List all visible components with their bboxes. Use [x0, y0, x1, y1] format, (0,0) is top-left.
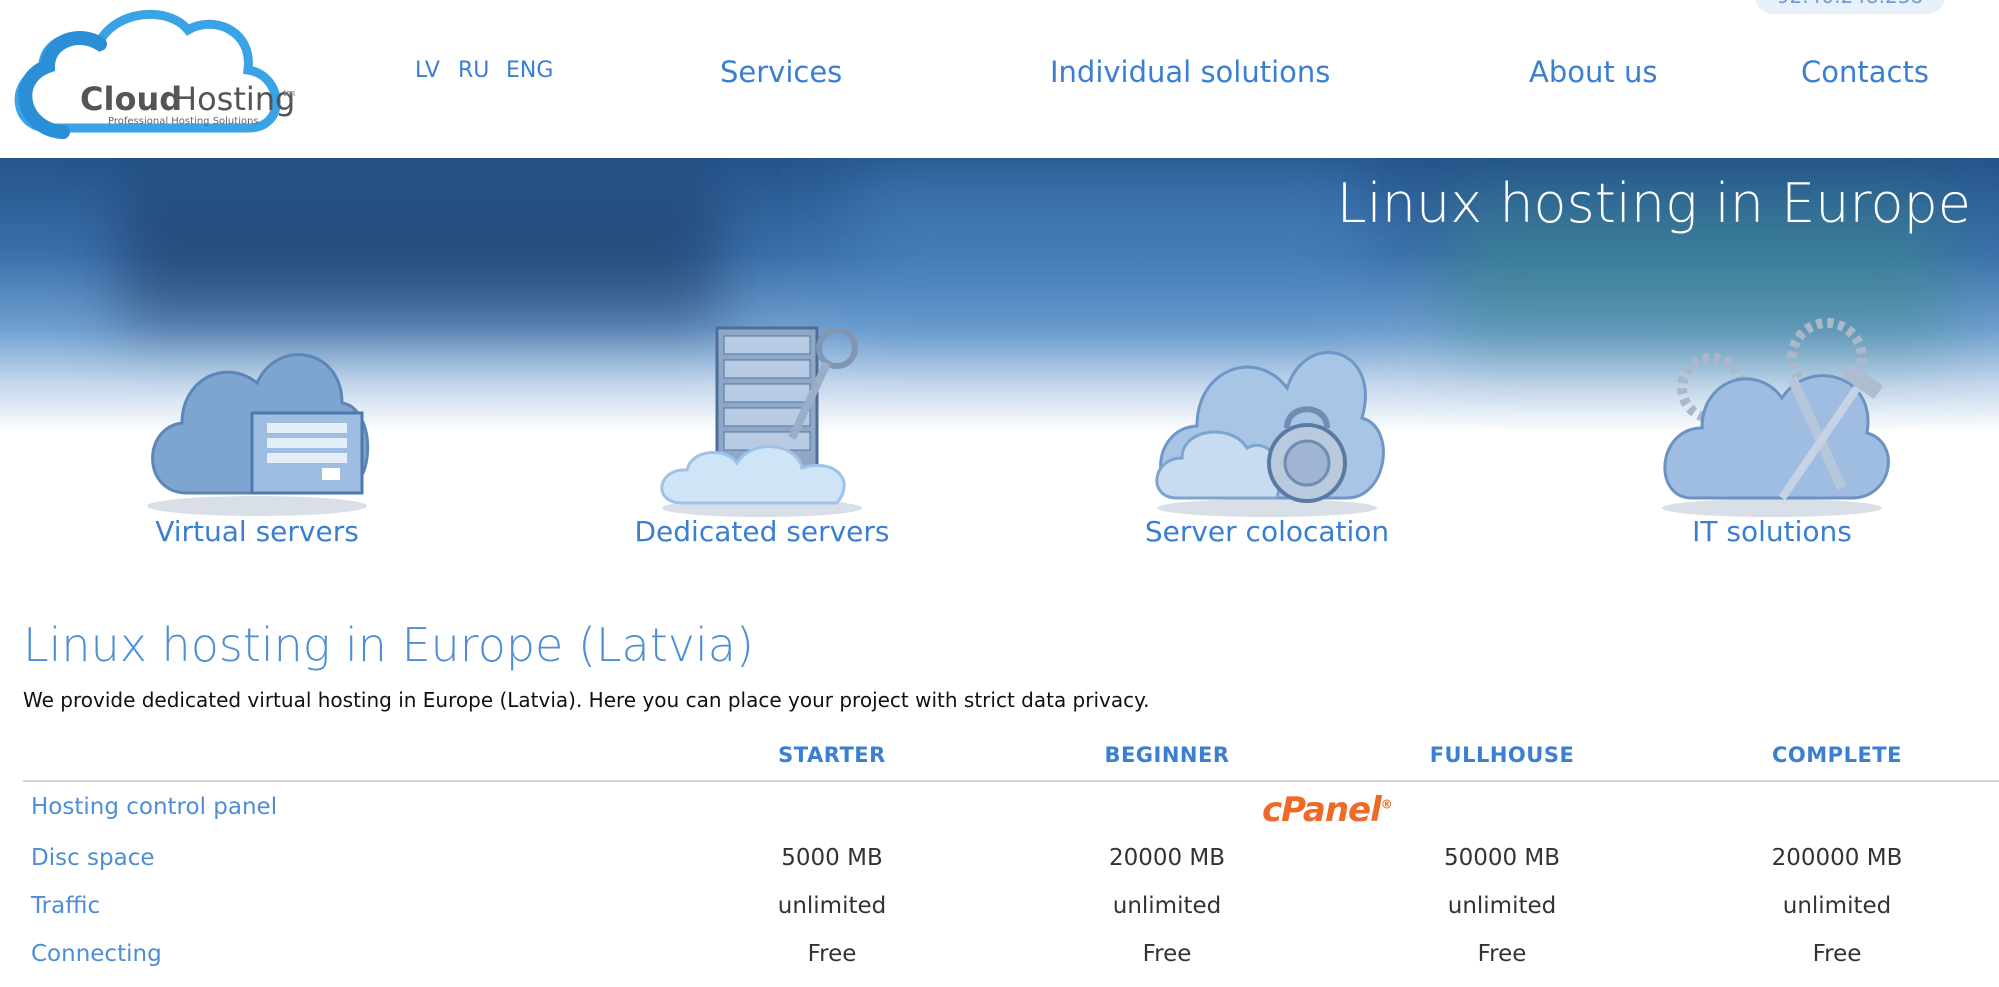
cloud-tools-icon	[1662, 318, 1890, 517]
service-label-server-colocation[interactable]: Server colocation	[1087, 515, 1447, 548]
server-rack-icon	[660, 326, 862, 517]
plan-header-complete: COMPLETE	[1772, 743, 1902, 767]
lang-eng-link[interactable]: ENG	[506, 58, 553, 83]
row-label-disc-space: Disc space	[31, 845, 155, 871]
table-cell: unlimited	[1112, 893, 1222, 919]
service-it-solutions[interactable]	[1622, 318, 1922, 518]
plan-header-starter: STARTER	[778, 743, 886, 767]
lang-lv-link[interactable]: LV	[415, 58, 440, 83]
table-cell: unlimited	[777, 893, 887, 919]
table-cell: 5000 MB	[781, 845, 883, 871]
service-label-dedicated-servers[interactable]: Dedicated servers	[582, 515, 942, 548]
logo-brand-rest: Hosting	[173, 80, 295, 118]
row-label-traffic: Traffic	[31, 893, 101, 919]
plan-header-beginner: BEGINNER	[1104, 743, 1230, 767]
cloud-lock-icon	[1155, 350, 1385, 517]
table-cell: Free	[1477, 941, 1527, 967]
logo-tagline: Professional Hosting Solutions	[108, 116, 259, 127]
service-label-virtual-servers[interactable]: Virtual servers	[77, 515, 437, 548]
table-cell: unlimited	[1782, 893, 1892, 919]
page-title: Linux hosting in Europe (Latvia)	[23, 618, 754, 672]
logo-tm: tm	[283, 89, 295, 99]
hero-background-blur	[120, 188, 720, 328]
logo-brand-bold: Cloud	[80, 80, 182, 118]
hero-background-blur	[850, 168, 1370, 328]
table-cell: Free	[1142, 941, 1192, 967]
hero-title: Linux hosting in Europe	[1336, 172, 1971, 235]
nav-individual-solutions[interactable]: Individual solutions	[1050, 55, 1330, 89]
row-label-connecting: Connecting	[31, 941, 162, 967]
service-dedicated-servers[interactable]	[612, 318, 912, 518]
lang-ru-link[interactable]: RU	[458, 58, 489, 83]
table-cell: unlimited	[1447, 893, 1557, 919]
row-label-hosting-control-panel: Hosting control panel	[31, 794, 278, 820]
nav-about-us[interactable]: About us	[1529, 55, 1657, 89]
nav-services[interactable]: Services	[720, 55, 842, 89]
table-cell: Free	[807, 941, 857, 967]
service-label-it-solutions[interactable]: IT solutions	[1592, 515, 1952, 548]
cpanel-logo: cPanel®	[1262, 790, 1393, 830]
ip-address-badge: 92.40.248.238	[1755, 0, 1945, 14]
cloud-drawer-icon	[147, 353, 370, 516]
table-cell: 50000 MB	[1443, 845, 1561, 871]
table-cell: Free	[1812, 941, 1862, 967]
table-cell: 200000 MB	[1771, 845, 1903, 871]
service-server-colocation[interactable]	[1117, 318, 1417, 518]
table-cell: 20000 MB	[1108, 845, 1226, 871]
service-virtual-servers[interactable]	[107, 318, 407, 518]
table-divider	[23, 780, 1999, 782]
nav-contacts[interactable]: Contacts	[1801, 55, 1929, 89]
plan-header-fullhouse: FULLHOUSE	[1429, 743, 1575, 767]
site-header: Cloud Hosting tm Professional Hosting So…	[0, 0, 1999, 158]
site-logo[interactable]: Cloud Hosting tm Professional Hosting So…	[8, 0, 328, 140]
intro-text: We provide dedicated virtual hosting in …	[23, 688, 1150, 712]
